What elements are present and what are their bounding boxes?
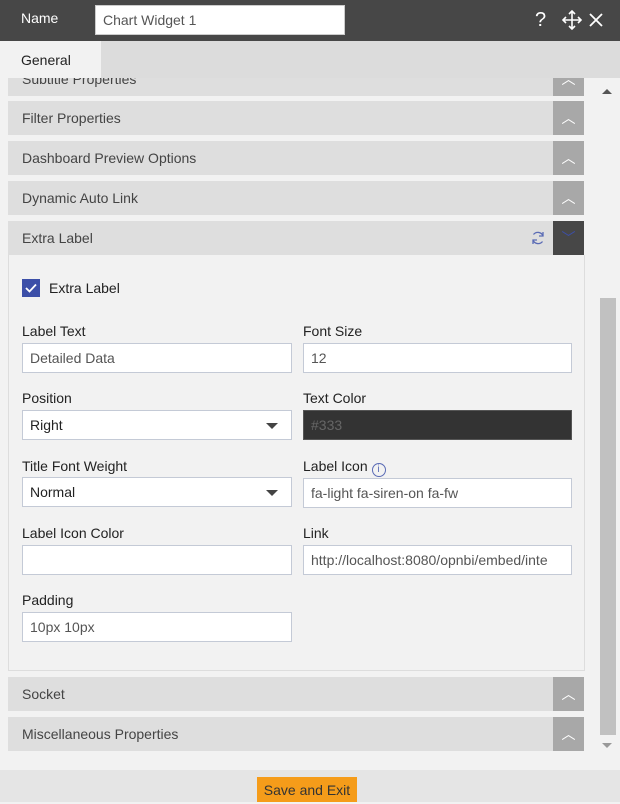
section-socket[interactable]: Socket ︿ (8, 677, 584, 711)
font-size-input[interactable]: 12 (303, 343, 572, 373)
label-icon-color-input[interactable] (22, 545, 292, 575)
scrollbar-thumb[interactable] (600, 298, 616, 735)
section-dashboard-preview-options[interactable]: Dashboard Preview Options ︿ (8, 141, 584, 175)
extra-label-body: Extra Label Label Text Detailed Data Fon… (8, 255, 585, 671)
section-title: Miscellaneous Properties (22, 726, 179, 742)
padding-label: Padding (22, 592, 74, 608)
name-label: Name (21, 10, 59, 26)
name-input-value: Chart Widget 1 (103, 12, 197, 28)
section-title: Dynamic Auto Link (22, 190, 138, 206)
properties-panel: Subtitle Properties ︿ Filter Properties ︿ … (0, 78, 596, 770)
tab-general[interactable]: General (0, 41, 101, 78)
section-subtitle-properties[interactable]: Subtitle Properties ︿ (8, 78, 584, 96)
name-input[interactable]: Chart Widget 1 (95, 5, 345, 35)
label-icon-label: Label Icon i (303, 458, 386, 477)
label-icon-input[interactable]: fa-light fa-siren-on fa-fw (303, 478, 572, 508)
link-input[interactable]: http://localhost:8080/opnbi/embed/inte (303, 545, 572, 575)
chevron-up-icon[interactable]: ︿ (553, 717, 584, 751)
scroll-down-arrow-icon[interactable] (602, 743, 612, 748)
position-select[interactable]: Right (22, 410, 292, 440)
extra-label-checkbox-label: Extra Label (49, 280, 120, 296)
text-color-input[interactable]: #333 (303, 410, 572, 440)
section-title: Socket (22, 686, 65, 702)
close-icon[interactable] (587, 8, 605, 38)
section-dynamic-auto-link[interactable]: Dynamic Auto Link ︿ (8, 181, 584, 215)
section-extra-label[interactable]: Extra Label ﹀ (8, 221, 584, 255)
chevron-up-icon[interactable]: ︿ (553, 181, 584, 215)
section-title: Filter Properties (22, 110, 121, 126)
scroll-up-arrow-icon[interactable] (602, 89, 612, 94)
section-filter-properties[interactable]: Filter Properties ︿ (8, 101, 584, 135)
title-font-weight-label: Title Font Weight (22, 458, 128, 474)
link-label: Link (303, 525, 329, 541)
move-icon[interactable] (561, 8, 583, 38)
padding-input[interactable]: 10px 10px (22, 612, 292, 642)
title-font-weight-select[interactable]: Normal (22, 477, 292, 507)
chevron-down-icon[interactable]: ﹀ (553, 221, 584, 255)
refresh-icon[interactable] (530, 230, 546, 249)
section-miscellaneous-properties[interactable]: Miscellaneous Properties ︿ (8, 717, 584, 751)
extra-label-checkbox[interactable] (22, 279, 40, 297)
chevron-up-icon[interactable]: ︿ (553, 141, 584, 175)
chevron-up-icon[interactable]: ︿ (553, 78, 584, 96)
position-select-value: Right (30, 417, 63, 433)
save-and-exit-button[interactable]: Save and Exit (257, 777, 357, 802)
section-title: Subtitle Properties (22, 78, 137, 87)
section-title: Dashboard Preview Options (22, 150, 197, 166)
label-text-input[interactable]: Detailed Data (22, 343, 292, 373)
label-text-label: Label Text (22, 323, 86, 339)
title-font-weight-value: Normal (30, 484, 76, 500)
chevron-up-icon[interactable]: ︿ (553, 101, 584, 135)
chevron-up-icon[interactable]: ︿ (553, 677, 584, 711)
position-label: Position (22, 390, 72, 406)
section-title: Extra Label (22, 230, 93, 246)
label-icon-color-label: Label Icon Color (22, 525, 124, 541)
question-icon[interactable]: ? (535, 8, 546, 32)
text-color-label: Text Color (303, 390, 367, 406)
font-size-label: Font Size (303, 323, 363, 339)
label-icon-label-text: Label Icon (303, 458, 368, 474)
info-icon[interactable]: i (371, 463, 386, 477)
